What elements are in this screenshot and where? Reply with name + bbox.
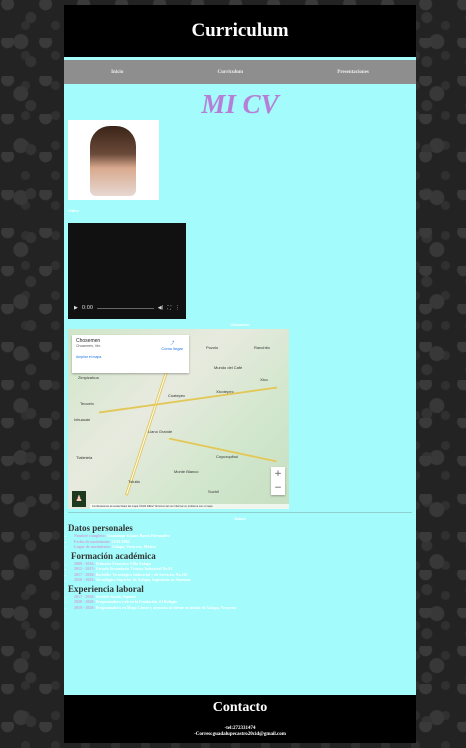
contact-footer: Contacto -tel:272331474 -Correo:guadalup… bbox=[64, 695, 416, 743]
map-town: Monte Blanco bbox=[174, 469, 199, 474]
video-progress[interactable] bbox=[97, 307, 154, 309]
map-town: Cuyuxquihui bbox=[216, 454, 239, 459]
map-directions-label: Cómo llegar bbox=[161, 346, 183, 351]
map-town: Suchil bbox=[208, 489, 219, 494]
video-player[interactable]: ▶ 0:00 ◀) ⛶ ⋮ bbox=[68, 223, 186, 319]
map-footer: Combinaciones de teclas Datos del mapa ©… bbox=[90, 504, 289, 509]
contact-email[interactable]: -Correo:guadalupecastro20cid@gmail.com bbox=[64, 732, 416, 738]
personal-data-list: Nombre completo: Guadalupe Gómez Baeza H… bbox=[74, 533, 412, 550]
map-directions-button[interactable]: ⤴ Cómo llegar bbox=[161, 340, 183, 351]
divider bbox=[68, 512, 412, 513]
personal-data-title: Datos personales bbox=[68, 523, 133, 533]
map-infobox: Chosemen Chosemén, Ver. ⤴ Cómo llegar Am… bbox=[72, 335, 189, 373]
page-container: Curriculum Inicio Curriculum Presentacio… bbox=[64, 5, 416, 743]
list-item: 2020 - 2025: Tecnológico Superior de Xal… bbox=[74, 577, 412, 583]
data-label: Datos bbox=[234, 516, 246, 521]
map-town: Ranchito bbox=[254, 345, 270, 350]
map-town: Ixhuacán bbox=[74, 417, 91, 422]
nav-bar: Inicio Curriculum Presentaciones bbox=[64, 60, 416, 84]
experience-list: 2017 - 2020: Servicio Social, Soporte 20… bbox=[74, 594, 412, 611]
volume-icon[interactable]: ◀) bbox=[158, 305, 164, 311]
map-town: Pozolo bbox=[206, 345, 219, 350]
contact-title: Contacto bbox=[212, 700, 268, 715]
experience-title: Experiencia laboral bbox=[68, 583, 144, 594]
map-town: Coatepec bbox=[168, 393, 186, 398]
map-enlarge-link[interactable]: Ampliar el mapa bbox=[76, 355, 185, 359]
video-label: Video bbox=[68, 208, 79, 213]
embedded-map[interactable]: Pozolo Ranchito Coatepec Mundo del Café … bbox=[68, 329, 289, 509]
video-time: 0:00 bbox=[81, 305, 94, 311]
map-town: Xico bbox=[260, 377, 268, 382]
play-icon[interactable]: ▶ bbox=[74, 305, 78, 311]
map-town: Teocelo bbox=[80, 401, 94, 406]
page-heading: MI CV bbox=[201, 89, 279, 119]
main-content: MI CV Video ▶ 0:00 ◀) ⛶ ⋮ Ubicacion Pozo… bbox=[64, 84, 416, 692]
street-view-icon[interactable]: ♟ bbox=[72, 491, 86, 507]
nav-item-curriculum[interactable]: Curriculum bbox=[218, 70, 244, 75]
list-item: 2019 - 2020: Programadora en Mega Center… bbox=[74, 605, 412, 611]
map-zoom-controls: + − bbox=[271, 467, 285, 495]
nav-item-inicio[interactable]: Inicio bbox=[111, 70, 123, 75]
map-road bbox=[98, 386, 278, 414]
map-town: Mundo del Café bbox=[214, 365, 243, 370]
site-title: Curriculum bbox=[191, 20, 289, 41]
zoom-in-icon[interactable]: + bbox=[274, 469, 282, 479]
map-town: Tlaltetela bbox=[76, 455, 93, 460]
fullscreen-icon[interactable]: ⛶ bbox=[167, 305, 171, 311]
map-town: Zimpizahua bbox=[78, 375, 99, 380]
profile-photo bbox=[68, 120, 159, 200]
map-label: Ubicacion bbox=[230, 322, 250, 327]
list-item: Lugar de nacimiento: Xalapa, Veracruz, M… bbox=[74, 544, 412, 550]
education-list: 2009 - 2015: Primaria Francisco Villa Xa… bbox=[74, 561, 412, 583]
map-town: Llano Grande bbox=[148, 429, 173, 434]
profile-photo-image bbox=[90, 126, 136, 196]
zoom-out-icon[interactable]: − bbox=[274, 483, 282, 493]
map-town: Xicotepec bbox=[216, 389, 234, 394]
map-road bbox=[124, 352, 175, 496]
nav-item-presentaciones[interactable]: Presentaciones bbox=[337, 70, 369, 75]
site-header: Curriculum bbox=[64, 5, 416, 57]
education-title: Formación académica bbox=[71, 550, 156, 561]
video-controls: ▶ 0:00 ◀) ⛶ ⋮ bbox=[74, 305, 180, 311]
map-town: Totutla bbox=[128, 479, 140, 484]
more-icon[interactable]: ⋮ bbox=[175, 305, 180, 311]
